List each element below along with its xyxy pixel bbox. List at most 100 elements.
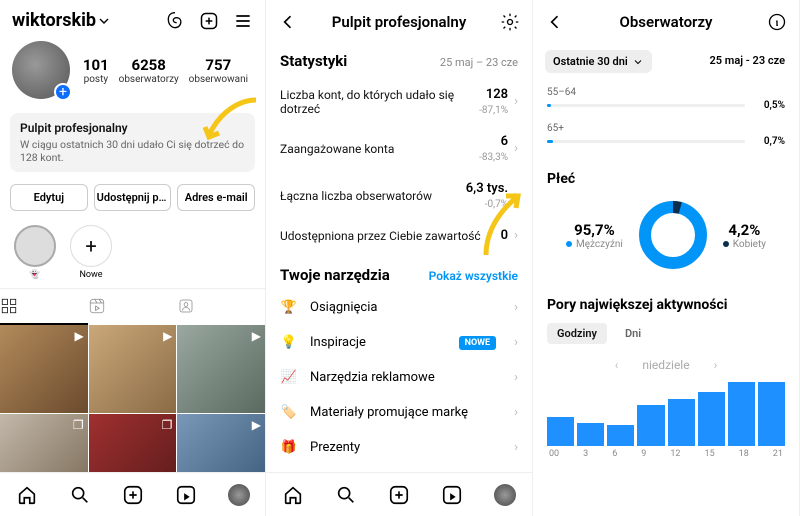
add-story-icon[interactable]: + [54, 83, 72, 101]
stat-reach-row[interactable]: Liczba kont, do których udało się dotrze… [266, 78, 532, 125]
profile-stats-row: + 101 posty 6258 obserwatorzy 757 obserw… [0, 37, 265, 107]
following-label: obserwowani [189, 74, 248, 85]
date-range: 25 maj - 23 cze [709, 54, 785, 67]
info-icon[interactable] [767, 12, 787, 32]
highlight-new[interactable]: + Nowe [70, 225, 112, 280]
threads-icon[interactable] [165, 11, 185, 31]
panel2-title: Pulpit profesjonalny [332, 13, 467, 31]
activity-bar [758, 382, 785, 446]
avatar[interactable]: + [12, 41, 70, 99]
chevron-down-icon [96, 13, 112, 29]
search-icon[interactable] [335, 484, 357, 506]
posts-count: 101 [83, 56, 109, 74]
reels-nav-icon[interactable] [175, 484, 197, 506]
women-label: Kobiety [733, 239, 766, 250]
posts-label: posty [83, 74, 109, 85]
email-button[interactable]: Adres e-mail [177, 184, 255, 211]
show-all-link[interactable]: Pokaż wszystkie [429, 269, 518, 283]
tab-reels[interactable] [88, 289, 176, 325]
tools-heading: Twoje narzędzia [280, 266, 390, 284]
grid-icon [0, 297, 18, 315]
reels-icon [88, 297, 106, 315]
range-pill[interactable]: Ostatnie 30 dni [545, 50, 652, 73]
reel-badge-icon: ▶ [163, 329, 172, 343]
search-icon[interactable] [69, 484, 91, 506]
reels-nav-icon[interactable] [441, 484, 463, 506]
highlight-item[interactable]: 👻 [14, 225, 56, 280]
age-bar [547, 140, 745, 143]
stats-heading: Statystyki [280, 52, 347, 70]
activity-bar [547, 417, 574, 446]
stat-followers[interactable]: 6258 obserwatorzy [119, 56, 179, 85]
post-thumb[interactable]: ▶ [0, 325, 88, 413]
share-profile-button[interactable]: Udostępnij pr... [94, 184, 172, 211]
highlight-cover [14, 225, 56, 267]
reel-badge-icon: ▶ [252, 418, 261, 432]
chevron-down-icon [632, 56, 644, 68]
profile-nav-avatar[interactable] [494, 484, 516, 506]
age-pct: 0,5% [751, 100, 785, 111]
post-thumb[interactable]: ▶ [177, 325, 265, 413]
x-tick: 12 [670, 449, 680, 459]
men-label: Mężczyźni [576, 239, 623, 250]
profile-nav-avatar[interactable] [228, 484, 250, 506]
settings-icon[interactable] [500, 12, 520, 32]
activity-bar [637, 405, 664, 446]
badge-icon: 🏷️ [280, 405, 298, 420]
tool-achievements[interactable]: 🏆 Osiągnięcia › [266, 290, 532, 325]
stat-total-followers-row[interactable]: Łączna liczba obserwatorów 6,3 tys.-0,7%… [266, 172, 532, 219]
back-icon[interactable] [278, 12, 298, 32]
prev-day-icon[interactable]: ‹ [615, 358, 619, 372]
tool-label: Narzędzia reklamowe [310, 370, 502, 385]
tool-gifts[interactable]: 🎁 Prezenty › [266, 430, 532, 465]
trophy-icon: 🏆 [280, 300, 298, 315]
chevron-right-icon: › [514, 228, 518, 243]
range-pill-label: Ostatnie 30 dni [553, 55, 628, 68]
dashboard-sub: W ciągu ostatnich 30 dni udało Ci się do… [20, 138, 245, 164]
stat-delta: -83,3% [479, 152, 508, 163]
highlight-label: 👻 [14, 270, 56, 280]
followers-count: 6258 [119, 56, 179, 74]
x-tick: 18 [739, 449, 749, 459]
activity-bar-chart [533, 382, 799, 446]
x-tick: 9 [641, 449, 646, 459]
hamburger-menu-icon[interactable] [233, 11, 253, 31]
tool-label: Osiągnięcia [310, 300, 502, 315]
next-day-icon[interactable]: › [714, 358, 718, 372]
post-thumb[interactable]: ▶ [89, 325, 177, 413]
profile-tabs [0, 288, 265, 325]
stat-value: 6,3 tys. [466, 181, 508, 196]
age-label: 65+ [547, 123, 785, 134]
activity-bar [607, 425, 634, 446]
create-icon[interactable] [122, 484, 144, 506]
chevron-right-icon: › [514, 335, 518, 350]
tool-label: Prezenty [310, 440, 502, 455]
pro-dashboard-card[interactable]: Pulpit profesjonalny W ciągu ostatnich 3… [10, 113, 255, 172]
x-tick: 3 [583, 449, 588, 459]
create-post-icon[interactable] [199, 11, 219, 31]
gender-men: 95,7% Mężczyźni [566, 221, 623, 250]
create-icon[interactable] [388, 484, 410, 506]
back-icon[interactable] [545, 12, 565, 32]
stat-engaged-row[interactable]: Zaangażowane konta 6-83,3% › [266, 125, 532, 172]
tool-branded[interactable]: 🏷️ Materiały promujące markę › [266, 395, 532, 430]
stat-posts[interactable]: 101 posty [83, 56, 109, 85]
toggle-days[interactable]: Dni [615, 323, 651, 344]
stat-value: 128 [486, 87, 508, 102]
stat-label: Zaangażowane konta [280, 142, 479, 156]
tool-inspirations[interactable]: 💡 Inspiracje NOWE › [266, 325, 532, 360]
tool-ads[interactable]: 📈 Narzędzia reklamowe › [266, 360, 532, 395]
following-count: 757 [189, 56, 248, 74]
username: wiktorskib [12, 10, 96, 31]
tab-tagged[interactable] [177, 289, 265, 325]
gender-women: 4,2% Kobiety [723, 221, 766, 250]
chevron-right-icon: › [514, 188, 518, 203]
toggle-hours[interactable]: Godziny [547, 323, 607, 344]
stat-shared-row[interactable]: Udostępniona przez Ciebie zawartość 0 › [266, 219, 532, 252]
home-icon[interactable] [282, 484, 304, 506]
tab-grid[interactable] [0, 289, 88, 325]
home-icon[interactable] [16, 484, 38, 506]
username-dropdown[interactable]: wiktorskib [12, 10, 112, 31]
edit-profile-button[interactable]: Edytuj [10, 184, 88, 211]
stat-following[interactable]: 757 obserwowani [189, 56, 248, 85]
